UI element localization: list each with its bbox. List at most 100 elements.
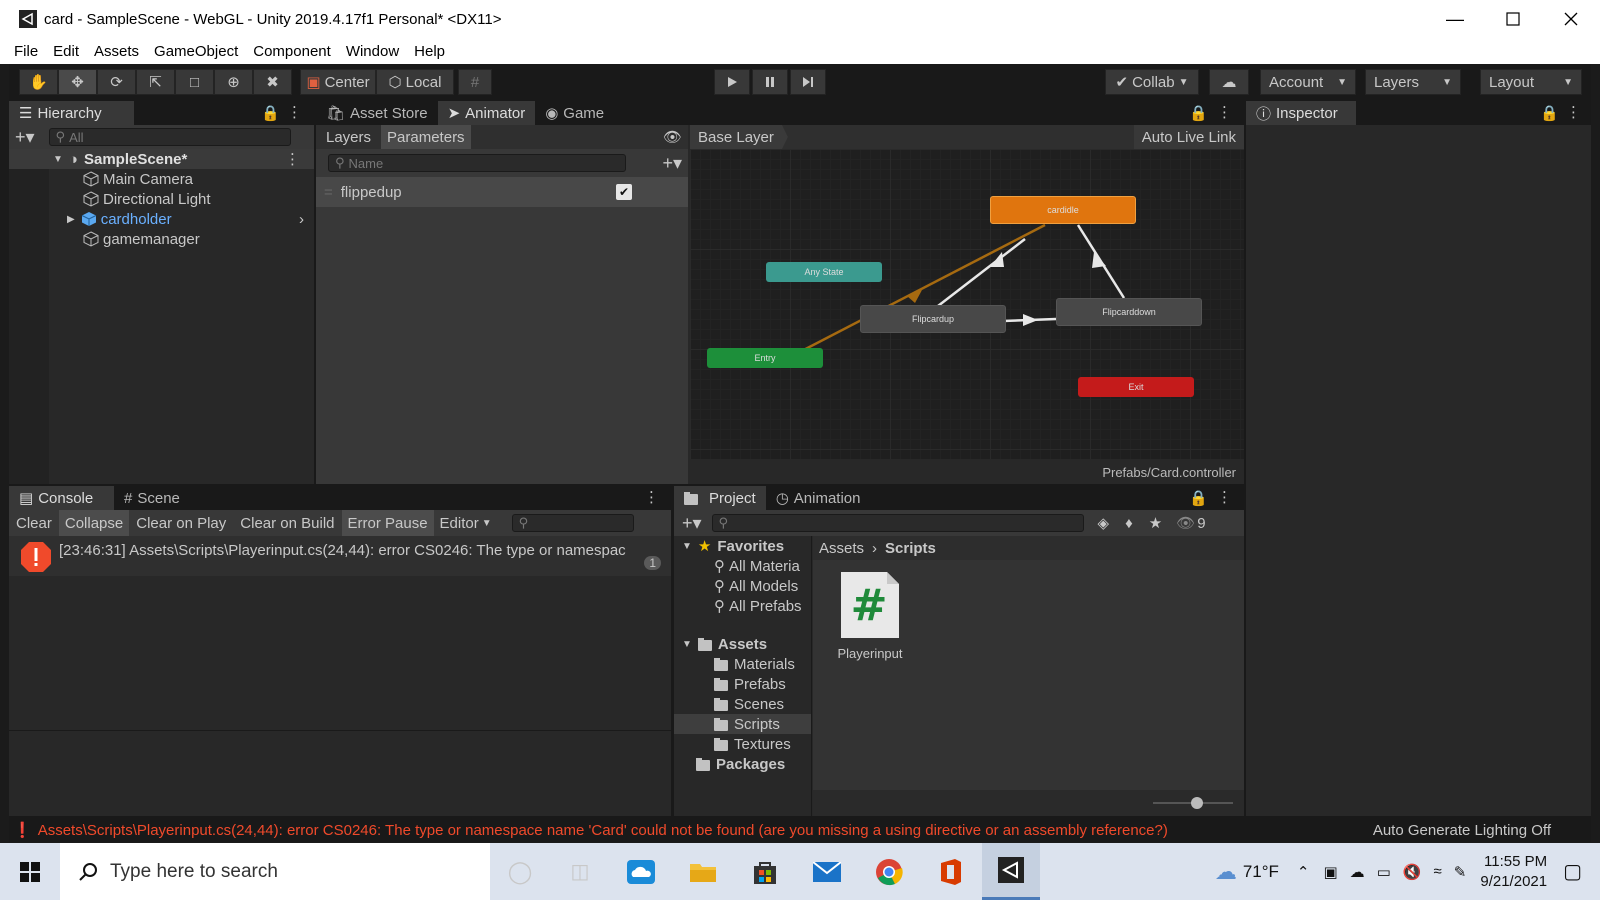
tab-animation[interactable]: ◷ Animation [765, 486, 871, 510]
menu-edit[interactable]: Edit [53, 43, 79, 60]
unity-app-active[interactable] [982, 843, 1040, 900]
state-entry[interactable]: Entry [707, 348, 823, 368]
add-parameter-icon[interactable]: +▾ [662, 153, 682, 174]
tab-animator[interactable]: ➤ Animator [437, 101, 536, 125]
kebab-menu-icon[interactable]: ⋮ [1217, 488, 1232, 506]
create-plus-icon[interactable]: +▾ [15, 127, 35, 148]
account-dropdown[interactable]: Account ▼ [1260, 69, 1356, 95]
state-exit[interactable]: Exit [1078, 377, 1194, 397]
chrome-app[interactable] [858, 858, 920, 886]
hierarchy-item[interactable]: gamemanager [83, 229, 200, 249]
state-any[interactable]: Any State [766, 262, 882, 282]
weather-temperature[interactable]: 71°F [1243, 862, 1279, 882]
hierarchy-item[interactable]: Directional Light [83, 189, 211, 209]
kebab-menu-icon[interactable]: ⋮ [1566, 103, 1581, 121]
eye-icon[interactable]: 👁 [663, 128, 682, 146]
move-tool-button[interactable]: ✥ [58, 69, 97, 95]
tab-hierarchy[interactable]: ☰ Hierarchy [9, 101, 134, 125]
tree-folder[interactable]: Prefabs [674, 674, 811, 694]
tree-folder[interactable]: Textures [674, 734, 811, 754]
tree-assets[interactable]: ▼ Assets [674, 634, 811, 654]
collapse-toggle[interactable]: Collapse [58, 510, 130, 536]
editor-dropdown[interactable]: Editor ▼ [434, 510, 498, 536]
menu-help[interactable]: Help [414, 43, 445, 60]
state-flipcarddown[interactable]: Flipcarddown [1056, 298, 1202, 326]
console-search-input[interactable]: ⚲ [511, 514, 634, 532]
volume-muted-icon[interactable]: 🔇 [1403, 863, 1422, 881]
tab-parameters[interactable]: Parameters [381, 125, 471, 149]
transition-entry-cardidle[interactable] [791, 223, 1046, 358]
snap-grid-button[interactable]: # [458, 69, 492, 95]
minimize-button[interactable]: — [1426, 0, 1484, 38]
tab-project[interactable]: Project [674, 486, 766, 510]
rotate-tool-button[interactable]: ⟳ [97, 69, 136, 95]
file-explorer-app[interactable] [672, 860, 734, 884]
mail-app[interactable] [796, 861, 858, 882]
kebab-menu-icon[interactable]: ⋮ [285, 150, 300, 168]
hierarchy-item-prefab[interactable]: ▶ cardholder › [67, 209, 314, 229]
office-app[interactable] [920, 858, 982, 886]
console-entry[interactable]: [23:46:31] Assets\Scripts\Playerinput.cs… [9, 536, 671, 576]
kebab-menu-icon[interactable]: ⋮ [644, 488, 659, 506]
layers-dropdown[interactable]: Layers ▼ [1365, 69, 1461, 95]
parameter-checkbox[interactable]: ✔ [616, 184, 632, 200]
menu-file[interactable]: File [14, 43, 38, 60]
clear-button[interactable]: Clear [9, 510, 59, 536]
kebab-menu-icon[interactable]: ⋮ [1217, 103, 1232, 121]
notification-icon[interactable]: ▢ [1563, 859, 1582, 884]
weather-cloud-icon[interactable]: ☁ [1215, 859, 1237, 885]
start-button[interactable] [0, 843, 60, 900]
lock-icon[interactable]: 🔒 [1189, 489, 1208, 507]
wifi-icon[interactable]: ≈ [1434, 863, 1442, 880]
layout-dropdown[interactable]: Layout ▼ [1480, 69, 1582, 95]
breadcrumb-scripts[interactable]: Scripts [885, 540, 936, 557]
drag-handle-icon[interactable]: = [324, 184, 333, 201]
task-view-button[interactable]: ◫ [550, 859, 610, 884]
chevron-up-icon[interactable]: ⌃ [1297, 863, 1310, 881]
clear-on-build-toggle[interactable]: Clear on Build [233, 510, 341, 536]
play-button[interactable] [714, 69, 750, 95]
onedrive-app[interactable] [610, 859, 672, 884]
pivot-center-button[interactable]: ▣ Center [300, 69, 376, 95]
lock-icon[interactable]: 🔒 [261, 104, 280, 122]
favorite-star-icon[interactable]: ★ [1149, 514, 1162, 532]
clock[interactable]: 11:55 PM 9/21/2021 [1480, 852, 1547, 892]
tab-inspector[interactable]: ⓘ Inspector [1246, 101, 1356, 125]
collab-dropdown[interactable]: ✔ Collab ▼ [1105, 69, 1199, 95]
hidden-packages-button[interactable]: 👁 9 [1176, 514, 1205, 533]
meet-now-icon[interactable]: ▣ [1323, 863, 1337, 881]
scale-tool-button[interactable]: ⇱ [136, 69, 175, 95]
tab-layers[interactable]: Layers [316, 125, 381, 149]
taskbar-search-box[interactable]: Type here to search [60, 843, 490, 900]
tree-fav-item[interactable]: ⚲ All Prefabs [674, 596, 811, 616]
tab-console[interactable]: ▤ Console [9, 486, 114, 510]
label-tag-icon[interactable]: ♦ [1125, 515, 1133, 532]
menu-window[interactable]: Window [346, 43, 399, 60]
pivot-local-button[interactable]: ⬡ Local [376, 69, 454, 95]
tree-fav-item[interactable]: ⚲ All Models [674, 576, 811, 596]
pen-icon[interactable]: ✎ [1454, 863, 1467, 881]
breadcrumb-base-layer[interactable]: Base Layer [690, 125, 788, 149]
transform-tool-button[interactable]: ⊕ [214, 69, 253, 95]
clear-on-play-toggle[interactable]: Clear on Play [129, 510, 233, 536]
menu-assets[interactable]: Assets [94, 43, 139, 60]
custom-tool-button[interactable]: ✖ [253, 69, 292, 95]
tree-folder-selected[interactable]: Scripts [674, 714, 811, 734]
cortana-button[interactable]: ◯ [490, 859, 550, 885]
tab-game[interactable]: ◉ Game [535, 101, 615, 125]
state-cardidle[interactable]: cardidle [990, 196, 1136, 224]
tab-asset-store[interactable]: 🛍 Asset Store [316, 101, 438, 125]
scene-row[interactable]: ▼ ◑ SampleScene* ⋮ [9, 149, 314, 169]
lock-icon[interactable]: 🔒 [1189, 104, 1208, 122]
onedrive-error-icon[interactable]: ☁ [1350, 863, 1365, 881]
animator-graph-canvas[interactable]: cardidle Any State Flipcardup Flipcarddo… [690, 149, 1244, 459]
hierarchy-search-input[interactable]: ⚲ All [48, 128, 291, 146]
tree-favorites[interactable]: ▼ ★ Favorites [674, 536, 811, 556]
project-search-input[interactable]: ⚲ [711, 514, 1084, 532]
asset-script-file[interactable]: # Playerinput [827, 570, 913, 661]
state-flipcardup[interactable]: Flipcardup [860, 305, 1006, 333]
close-button[interactable] [1542, 0, 1600, 38]
store-app[interactable] [734, 859, 796, 885]
rect-tool-button[interactable]: □ [175, 69, 214, 95]
tab-scene[interactable]: # Scene [114, 486, 190, 510]
